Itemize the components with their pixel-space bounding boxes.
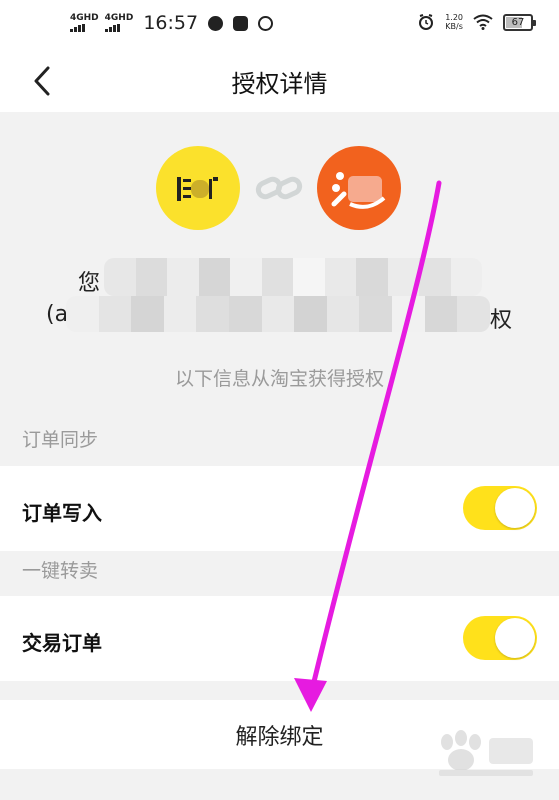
clock: 16:57 bbox=[143, 12, 199, 34]
cat-face-icon bbox=[258, 15, 274, 31]
unbind-label: 解除绑定 bbox=[235, 724, 324, 750]
auth-line2-prefix: (a bbox=[46, 302, 69, 327]
toggle-knob bbox=[495, 488, 535, 528]
page-title: 授权详情 bbox=[231, 70, 328, 98]
battery-icon: 67 bbox=[503, 13, 536, 31]
app-logo-mark bbox=[177, 177, 218, 201]
alarm-icon bbox=[419, 14, 434, 30]
signal-icon bbox=[70, 24, 85, 32]
auth-line1-prefix: 您 bbox=[78, 271, 101, 296]
order-write-label: 订单写入 bbox=[22, 501, 102, 525]
trade-order-label: 交易订单 bbox=[22, 631, 102, 655]
status-right: 1.20 KB/s 67 bbox=[417, 13, 536, 31]
app-logo bbox=[156, 146, 240, 230]
net-speed-unit: KB/s bbox=[445, 22, 463, 31]
compass-icon bbox=[208, 15, 224, 31]
auth-line2-suffix: 权 bbox=[490, 308, 513, 333]
order-write-row: 订单写入 bbox=[0, 466, 559, 551]
network-indicator-2: 4GHD bbox=[104, 13, 134, 32]
net-speed: 1.20 KB/s bbox=[445, 13, 463, 31]
battery-level: 67 bbox=[511, 16, 525, 28]
net-speed-value: 1.20 bbox=[445, 13, 463, 22]
nav-bar: 授权详情 bbox=[0, 50, 559, 112]
redacted-text-1 bbox=[104, 258, 482, 296]
section-label-order-sync: 订单同步 bbox=[22, 429, 99, 451]
taobao-logo-mark bbox=[331, 172, 386, 209]
trade-order-row: 交易订单 bbox=[0, 596, 559, 681]
status-left: 4GHD 4GHD 16:57 bbox=[70, 12, 274, 34]
order-write-toggle[interactable] bbox=[463, 486, 537, 530]
section-label-quick-resale: 一键转卖 bbox=[22, 560, 99, 582]
link-icon bbox=[255, 176, 303, 200]
toggle-knob bbox=[495, 618, 535, 658]
paw-watermark-icon bbox=[439, 730, 533, 776]
status-bar: 4GHD 4GHD 16:57 1.20 KB/s 67 bbox=[0, 0, 559, 50]
network-type-2: 4GHD bbox=[104, 13, 134, 23]
auth-hint: 以下信息从淘宝获得授权 bbox=[174, 368, 384, 390]
network-indicator-1: 4GHD bbox=[70, 14, 99, 32]
play-icon bbox=[233, 15, 249, 31]
signal-icon bbox=[104, 24, 120, 32]
network-type-1: 4GHD bbox=[70, 13, 99, 23]
redacted-text-2 bbox=[66, 296, 490, 332]
wifi-icon bbox=[473, 14, 493, 30]
trade-order-toggle[interactable] bbox=[463, 616, 537, 660]
taobao-logo bbox=[317, 146, 401, 230]
